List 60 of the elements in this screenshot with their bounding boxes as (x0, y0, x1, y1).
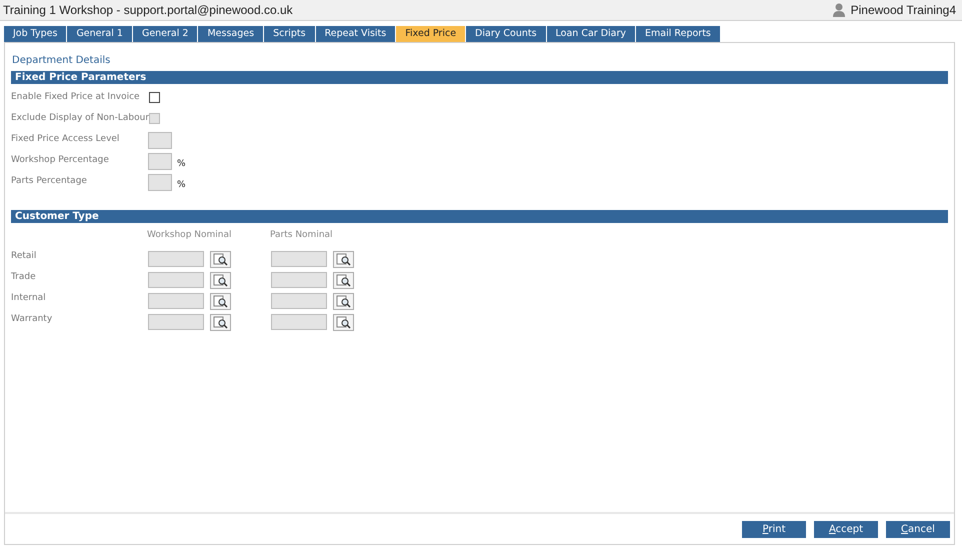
tab[interactable]: Fixed Price (396, 26, 466, 42)
lookup-button[interactable] (333, 272, 354, 289)
field-label: Exclude Display of Non-Labour (11, 112, 148, 124)
tab[interactable]: Email Reports (636, 26, 720, 42)
action-button[interactable]: Print (742, 520, 806, 538)
row-label: Retail (11, 250, 38, 262)
search-icon (336, 253, 351, 266)
input-field[interactable] (271, 314, 327, 330)
input-field[interactable] (148, 293, 204, 309)
search-icon (336, 295, 351, 308)
field-label: Workshop Percentage (11, 154, 110, 166)
column-header: Parts Nominal (270, 229, 334, 242)
input-field[interactable] (271, 293, 327, 309)
search-icon (213, 295, 228, 308)
field-label: Fixed Price Access Level (11, 133, 120, 145)
tab[interactable]: Messages (198, 26, 264, 42)
tab[interactable]: Diary Counts (466, 26, 546, 42)
action-button[interactable]: Accept (814, 520, 878, 538)
section-header: Fixed Price Parameters (11, 71, 948, 84)
tab[interactable]: Job Types (4, 26, 66, 42)
input-field[interactable] (148, 272, 204, 288)
input-field[interactable] (148, 251, 204, 267)
field-label: Parts Percentage (11, 175, 88, 187)
row-label: Internal (11, 292, 47, 304)
input-field[interactable] (148, 174, 172, 191)
input-field[interactable] (271, 251, 327, 267)
window-title: Training 1 Workshop - support.portal@pinewood.co.uk (3, 2, 293, 19)
input-field[interactable] (148, 153, 172, 170)
input-field[interactable] (148, 132, 172, 149)
lookup-button[interactable] (333, 293, 354, 310)
search-icon (213, 274, 228, 287)
tab[interactable]: Repeat Visits (316, 26, 396, 42)
breadcrumb: Department Details (12, 55, 110, 66)
input-field[interactable] (148, 314, 204, 330)
search-icon (336, 274, 351, 287)
section-header: Customer Type (11, 210, 948, 223)
percent-unit: % (177, 158, 186, 170)
column-header: Workshop Nominal (147, 229, 232, 242)
tab[interactable]: Loan Car Diary (546, 26, 636, 42)
lookup-button[interactable] (210, 272, 231, 289)
search-icon (213, 253, 228, 266)
user-icon (832, 3, 845, 17)
lookup-button[interactable] (210, 251, 231, 268)
lookup-button[interactable] (210, 314, 231, 331)
user-name: Pinewood Training4 (850, 2, 956, 19)
tab[interactable]: Scripts (264, 26, 315, 42)
input-field[interactable] (271, 272, 327, 288)
lookup-button[interactable] (333, 251, 354, 268)
field-label: Enable Fixed Price at Invoice (11, 91, 141, 103)
search-icon (336, 316, 351, 329)
tab[interactable]: General 1 (67, 26, 132, 42)
action-button[interactable]: Cancel (886, 520, 950, 538)
row-label: Warranty (11, 313, 54, 325)
percent-unit: % (177, 179, 186, 191)
row-label: Trade (11, 271, 37, 283)
checkbox[interactable] (149, 92, 160, 103)
lookup-button[interactable] (210, 293, 231, 310)
tab[interactable]: General 2 (132, 26, 198, 42)
search-icon (213, 316, 228, 329)
lookup-button[interactable] (333, 314, 354, 331)
